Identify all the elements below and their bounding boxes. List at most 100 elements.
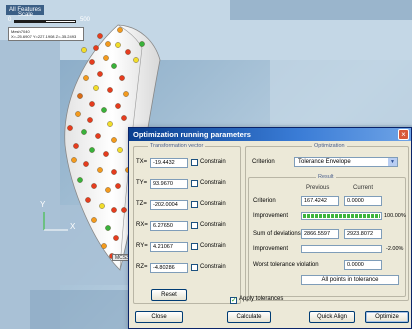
deviation-point[interactable]: [77, 93, 83, 99]
deviation-point[interactable]: [117, 147, 123, 153]
deviation-point[interactable]: [121, 115, 127, 121]
deviation-point[interactable]: [83, 75, 89, 81]
transform-value-field[interactable]: -202.0004: [150, 200, 188, 210]
constrain-label: Constrain: [200, 243, 226, 249]
deviation-point[interactable]: [101, 107, 107, 113]
deviation-point[interactable]: [81, 47, 87, 53]
deviation-point[interactable]: [107, 87, 113, 93]
deviation-point[interactable]: [73, 143, 79, 149]
improvement2-percent: -2.00%: [386, 246, 404, 252]
transform-value-field[interactable]: 4.21067: [150, 242, 188, 252]
deviation-point[interactable]: [67, 125, 73, 131]
deviation-point[interactable]: [103, 55, 109, 61]
deviation-point[interactable]: [97, 33, 103, 39]
deviation-point[interactable]: [139, 41, 145, 47]
deviation-point[interactable]: [105, 225, 111, 231]
worst-tolerance-field[interactable]: 0.0000: [344, 260, 382, 270]
constrain-label: Constrain: [200, 201, 226, 207]
deviation-point[interactable]: [111, 137, 117, 143]
improvement2-label: Improvement: [253, 246, 289, 252]
transform-value-field[interactable]: 6.27650: [150, 221, 188, 231]
deviation-point[interactable]: [93, 45, 99, 51]
deviation-point[interactable]: [75, 111, 81, 117]
apply-tolerances-label: Apply tolerances: [239, 296, 284, 302]
deviation-point[interactable]: [83, 161, 89, 167]
improvement-label: Improvement: [253, 213, 289, 219]
deviation-point[interactable]: [89, 101, 95, 107]
deviation-point[interactable]: [105, 41, 111, 47]
constrain-label: Constrain: [200, 222, 226, 228]
optimization-group-title: Optimization: [312, 143, 347, 150]
deviation-point[interactable]: [93, 85, 99, 91]
dialog-title: Optimization running parameters: [133, 130, 251, 139]
deviation-point[interactable]: [111, 63, 117, 69]
deviation-point[interactable]: [113, 235, 119, 241]
deviation-point[interactable]: [89, 59, 95, 65]
transform-value-field[interactable]: -4.80286: [150, 263, 188, 273]
chevron-down-icon[interactable]: ▼: [388, 158, 397, 166]
deviation-point[interactable]: [117, 27, 123, 33]
deviation-point[interactable]: [111, 207, 117, 213]
sum-previous-field[interactable]: 2866.5597: [301, 229, 339, 239]
constrain-checkbox[interactable]: [191, 180, 198, 187]
constrain-checkbox[interactable]: [191, 264, 198, 271]
close-button[interactable]: Close: [135, 311, 183, 323]
constrain-checkbox[interactable]: [191, 201, 198, 208]
constrain-checkbox[interactable]: [191, 222, 198, 229]
calculate-button[interactable]: Calculate: [227, 311, 271, 323]
deviation-point[interactable]: [85, 197, 91, 203]
constrain-label: Constrain: [200, 264, 226, 270]
deviation-point[interactable]: [107, 121, 113, 127]
axis-triad: [43, 212, 68, 231]
criterion-select[interactable]: Tolerance Envelope ▼: [294, 157, 398, 167]
quick-align-button[interactable]: Quick Align: [309, 311, 355, 323]
deviation-point[interactable]: [121, 207, 127, 213]
deviation-point[interactable]: [95, 133, 101, 139]
deviation-point[interactable]: [105, 187, 111, 193]
transform-label: TZ=: [136, 201, 147, 207]
criterion-row-label: Criterion: [253, 198, 276, 204]
column-current: Current: [353, 185, 374, 191]
constrain-checkbox[interactable]: [191, 243, 198, 250]
deviation-point[interactable]: [97, 71, 103, 77]
deviation-point[interactable]: [71, 157, 77, 163]
deviation-point[interactable]: [97, 167, 103, 173]
deviation-point[interactable]: [115, 42, 121, 48]
dialog-titlebar[interactable]: Optimization running parameters: [129, 128, 411, 141]
constrain-label: Constrain: [200, 159, 226, 165]
transform-label: RY=: [136, 243, 148, 249]
criterion-current-field[interactable]: 0.0000: [344, 196, 382, 206]
deviation-point[interactable]: [101, 243, 107, 249]
transform-value-field[interactable]: -19.4432: [150, 158, 188, 168]
optimize-button[interactable]: Optimize: [365, 311, 409, 323]
deviation-point[interactable]: [91, 183, 97, 189]
deviation-point[interactable]: [123, 91, 129, 97]
criterion-previous-field[interactable]: 167.4242: [301, 196, 339, 206]
tolerance-status: All points in tolerance: [301, 275, 399, 285]
column-previous: Previous: [306, 185, 330, 191]
deviation-point[interactable]: [119, 75, 125, 81]
deviation-point[interactable]: [81, 129, 87, 135]
deviation-point[interactable]: [87, 117, 93, 123]
deviation-point[interactable]: [89, 147, 95, 153]
deviation-point[interactable]: [91, 217, 97, 223]
deviation-point[interactable]: [125, 49, 131, 55]
deviation-point[interactable]: [115, 103, 121, 109]
deviation-point[interactable]: [133, 57, 139, 63]
transform-label: TY=: [136, 180, 148, 186]
deviation-point[interactable]: [99, 203, 105, 209]
transform-label: RZ=: [136, 264, 148, 270]
reset-button[interactable]: Reset: [151, 289, 187, 301]
transform-value-field[interactable]: 93.9670: [150, 179, 188, 189]
apply-tolerances-checkbox[interactable]: [230, 296, 237, 304]
sum-current-field[interactable]: 2923.8072: [344, 229, 382, 239]
worst-tolerance-label: Worst tolerance violation: [253, 262, 319, 268]
deviation-point[interactable]: [111, 169, 117, 175]
constrain-checkbox[interactable]: [191, 159, 198, 166]
improvement2-progress-bar: [301, 245, 382, 253]
deviation-point[interactable]: [115, 183, 121, 189]
deviation-point[interactable]: [77, 177, 83, 183]
close-icon[interactable]: ×: [398, 129, 409, 140]
transform-label: TX=: [136, 159, 148, 165]
deviation-point[interactable]: [103, 151, 109, 157]
